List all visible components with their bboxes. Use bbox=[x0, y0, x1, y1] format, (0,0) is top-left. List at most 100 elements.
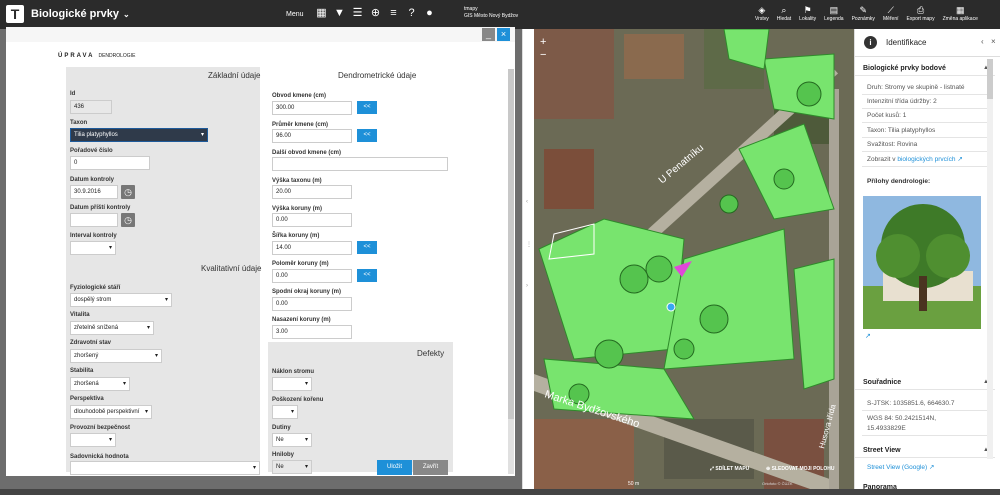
label-provozni: Provozní bezpečnost bbox=[70, 425, 131, 431]
app-title[interactable]: Biologické prvky ⌄ bbox=[31, 8, 130, 20]
prumer-field[interactable]: 96.00 bbox=[272, 129, 352, 143]
panorama-header[interactable]: Panorama bbox=[855, 480, 995, 495]
street-view-link[interactable]: Street View (Google) bbox=[867, 464, 927, 471]
external-link-icon[interactable]: ↗ bbox=[865, 332, 871, 340]
split-divider[interactable]: ‹ ⋮ › bbox=[522, 29, 534, 489]
label-id: Id bbox=[70, 91, 76, 97]
user-info[interactable]: tmapy GIS Město Nový Bydžov bbox=[464, 6, 518, 20]
chevron-left-icon[interactable]: ‹ bbox=[981, 37, 984, 46]
scroll-thumb[interactable] bbox=[508, 69, 514, 419]
attachments-label: Přílohy dendrologie: bbox=[867, 178, 931, 185]
external-link-icon[interactable]: ↗ bbox=[929, 464, 934, 471]
map-tool-notes[interactable]: ✎ Poznámky bbox=[852, 5, 875, 22]
map-tool-label: Export mapy bbox=[906, 16, 935, 22]
menu-button[interactable]: Menu bbox=[286, 11, 304, 18]
copy-button[interactable]: << bbox=[357, 241, 377, 254]
fyziologicke-select[interactable]: dospělý strom bbox=[70, 293, 172, 307]
dialog-scrollbar[interactable] bbox=[508, 69, 514, 474]
vitalita-select[interactable]: zřetelně snížená bbox=[70, 321, 154, 335]
list-item: Svažitost: Rovina bbox=[862, 138, 988, 152]
bookmark-icon: ⚑ bbox=[803, 5, 812, 15]
collapse-left-icon[interactable]: ‹ bbox=[526, 199, 528, 205]
perspektiva-select[interactable]: dlouhodobě perspektivní bbox=[70, 405, 152, 419]
label-prumer: Průměr kmene (cm) bbox=[272, 122, 329, 128]
grid-icon[interactable]: ▦ bbox=[316, 8, 327, 19]
poskozeni-select[interactable] bbox=[272, 405, 298, 419]
copy-button[interactable]: << bbox=[357, 129, 377, 142]
filter-icon[interactable]: ▼ bbox=[334, 8, 345, 19]
label-vyska-koruny: Výška koruny (m) bbox=[272, 206, 323, 212]
street-view-header[interactable]: Street View▲ bbox=[855, 443, 995, 458]
label-sirka-koruny: Šířka koruny (m) bbox=[272, 233, 320, 239]
section-defects: Defekty bbox=[417, 349, 445, 358]
clock-icon[interactable]: ◷ bbox=[121, 185, 135, 199]
provozni-select[interactable] bbox=[70, 433, 116, 447]
obvod-field[interactable]: 300.00 bbox=[272, 101, 352, 115]
coords-header[interactable]: Souřadnice▲ bbox=[855, 375, 995, 390]
expand-right-icon[interactable]: › bbox=[526, 283, 528, 289]
copy-button[interactable]: << bbox=[357, 101, 377, 114]
pencil-icon: ✎ bbox=[859, 5, 868, 15]
panel-scrollbar[interactable] bbox=[987, 59, 993, 459]
naklon-select[interactable] bbox=[272, 377, 312, 391]
close-dialog-button[interactable]: Zavřít bbox=[413, 460, 448, 475]
dutiny-select[interactable]: Ne bbox=[272, 433, 312, 447]
minimize-button[interactable]: _ bbox=[482, 28, 495, 41]
section-quality: Kvalitativní údaje bbox=[201, 264, 262, 273]
wgs-line: WGS 84: 50.2421514N, bbox=[867, 415, 937, 422]
dalsi-obvod-field[interactable] bbox=[272, 157, 448, 171]
zoom-in-button[interactable]: + bbox=[540, 36, 546, 49]
save-button[interactable]: Uložit bbox=[377, 460, 412, 475]
list-icon[interactable]: ☰ bbox=[352, 8, 363, 19]
user-name: tmapy bbox=[464, 6, 478, 12]
scroll-thumb[interactable] bbox=[987, 59, 993, 99]
polomer-field[interactable]: 0.00 bbox=[272, 269, 352, 283]
map-view[interactable]: U Penatníku Marka Bydžovského Husova tří… bbox=[534, 29, 854, 489]
map-tool-layers[interactable]: ◈ Vrstvy bbox=[755, 5, 769, 22]
dialog-header bbox=[6, 27, 515, 42]
datum-kontroly-field[interactable]: 30.9.2016 bbox=[70, 185, 118, 199]
zdravotni-select[interactable]: zhoršený bbox=[70, 349, 162, 363]
id-field: 436 bbox=[70, 100, 112, 114]
add-icon[interactable]: ⊕ bbox=[370, 8, 381, 19]
tree-photo[interactable] bbox=[863, 196, 981, 329]
dialog-title-sub: DENDROLOGIE bbox=[98, 53, 136, 59]
vyska-koruny-field[interactable]: 0.00 bbox=[272, 213, 352, 227]
zoom-out-button[interactable]: − bbox=[540, 49, 546, 62]
clock-icon[interactable]: ◷ bbox=[121, 213, 135, 227]
track-location-button[interactable]: ⊕ SLEDOVAT MOJI POLOHU bbox=[766, 466, 834, 472]
toolbar-icons: ▦ ▼ ☰ ⊕ ≡ ? ● bbox=[316, 8, 435, 19]
map-tool-measure[interactable]: ⟋ Měření bbox=[883, 5, 899, 22]
stabilita-select[interactable]: zhoršená bbox=[70, 377, 130, 391]
map-tool-export[interactable]: ⎙ Export mapy bbox=[907, 5, 935, 22]
help-icon[interactable]: ? bbox=[406, 8, 417, 19]
label-vitalita: Vitalita bbox=[70, 312, 90, 318]
sadovnicka-select[interactable] bbox=[70, 461, 260, 475]
chevron-down-icon: ⌄ bbox=[123, 10, 130, 19]
sirka-koruny-field[interactable]: 14.00 bbox=[272, 241, 352, 255]
poradove-field[interactable]: 0 bbox=[70, 156, 150, 170]
close-icon[interactable]: × bbox=[991, 37, 996, 46]
map-tool-switch-app[interactable]: ▦ Změna aplikace bbox=[943, 5, 978, 22]
map-tool-label: Hledat bbox=[776, 16, 792, 22]
nasazeni-field[interactable]: 3.00 bbox=[272, 325, 352, 339]
zobrazit-link[interactable]: biologických prvcích bbox=[897, 156, 955, 163]
dialog-title: ÚPRAVA DENDROLOGIE bbox=[58, 53, 135, 59]
map-tool-search[interactable]: ⌕ Hledat bbox=[777, 5, 791, 22]
spodni-okraj-field[interactable]: 0.00 bbox=[272, 297, 352, 311]
external-link-icon[interactable]: ↗ bbox=[957, 156, 962, 163]
close-button[interactable]: × bbox=[497, 28, 510, 41]
share-map-button[interactable]: ⤢ SDÍLET MAPU bbox=[710, 466, 749, 472]
map-tool-locations[interactable]: ⚑ Lokality bbox=[799, 5, 816, 22]
group-header[interactable]: Biologické prvky bodové▲ bbox=[855, 61, 995, 76]
vyska-taxonu-field[interactable]: 20.00 bbox=[272, 185, 352, 199]
hniloby-select[interactable]: Ne bbox=[272, 460, 312, 474]
copy-button[interactable]: << bbox=[357, 269, 377, 282]
datum-pristi-field[interactable] bbox=[70, 213, 118, 227]
drag-handle-icon[interactable]: ⋮ bbox=[526, 241, 532, 248]
user-icon[interactable]: ● bbox=[424, 8, 435, 19]
map-tool-legend[interactable]: ▤ Legenda bbox=[824, 5, 843, 22]
menu-list-icon[interactable]: ≡ bbox=[388, 8, 399, 19]
interval-select[interactable] bbox=[70, 241, 116, 255]
taxon-select[interactable]: Tilia platyphyllos bbox=[70, 128, 208, 142]
